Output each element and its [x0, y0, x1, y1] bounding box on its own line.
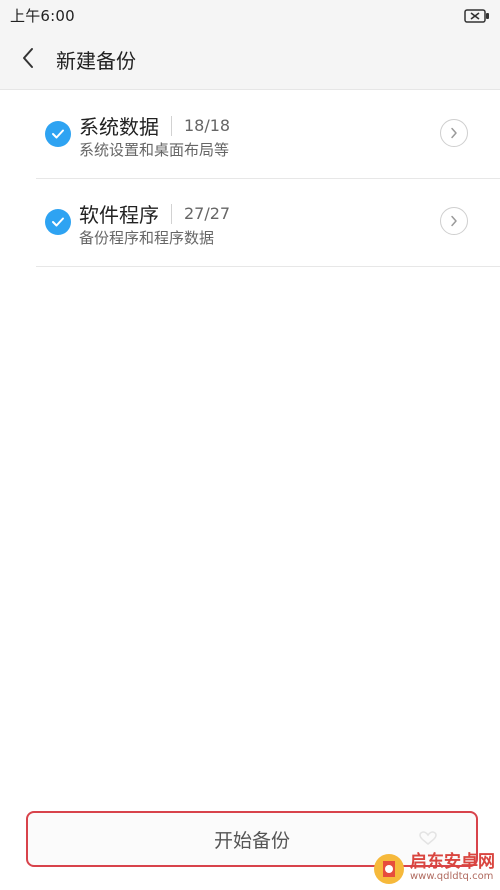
watermark-url: www.qdldtq.com: [410, 871, 494, 883]
chevron-right-icon: [450, 212, 458, 231]
item-count: 18/18: [184, 116, 231, 135]
item-title-row: 系统数据 18/18: [79, 111, 230, 140]
faded-heart-icon: [418, 830, 438, 850]
battery-icon: [464, 8, 490, 23]
divider: [171, 115, 172, 136]
list-item-system-data[interactable]: 系统数据 18/18 系统设置和桌面布局等: [36, 91, 500, 179]
backup-list: 系统数据 18/18 系统设置和桌面布局等 软件程序 27/27 备份程序和程序…: [0, 91, 500, 267]
status-time: 上午6:00: [10, 6, 75, 25]
item-title: 软件程序: [79, 203, 159, 227]
detail-button[interactable]: [440, 207, 468, 235]
watermark: 启东安卓网 www.qdldtq.com: [372, 848, 500, 889]
checkbox[interactable]: [45, 209, 71, 235]
check-icon: [51, 213, 65, 232]
item-title: 系统数据: [79, 115, 159, 139]
app-header: 新建备份: [0, 30, 500, 90]
back-button[interactable]: [0, 30, 56, 90]
detail-button[interactable]: [440, 119, 468, 147]
item-subtitle: 备份程序和程序数据: [79, 229, 215, 247]
list-item-apps[interactable]: 软件程序 27/27 备份程序和程序数据: [36, 179, 500, 267]
item-count: 27/27: [184, 204, 231, 223]
item-title-row: 软件程序 27/27: [79, 199, 230, 228]
start-backup-label: 开始备份: [213, 829, 290, 852]
chevron-right-icon: [450, 124, 458, 143]
item-subtitle: 系统设置和桌面布局等: [79, 141, 230, 159]
page-title: 新建备份: [56, 49, 136, 73]
status-bar: 上午6:00: [0, 0, 500, 30]
watermark-title: 启东安卓网: [410, 852, 495, 873]
checkbox[interactable]: [45, 121, 71, 147]
watermark-logo-icon: [372, 852, 406, 886]
check-icon: [51, 125, 65, 144]
divider: [171, 203, 172, 224]
chevron-left-icon: [21, 47, 35, 73]
